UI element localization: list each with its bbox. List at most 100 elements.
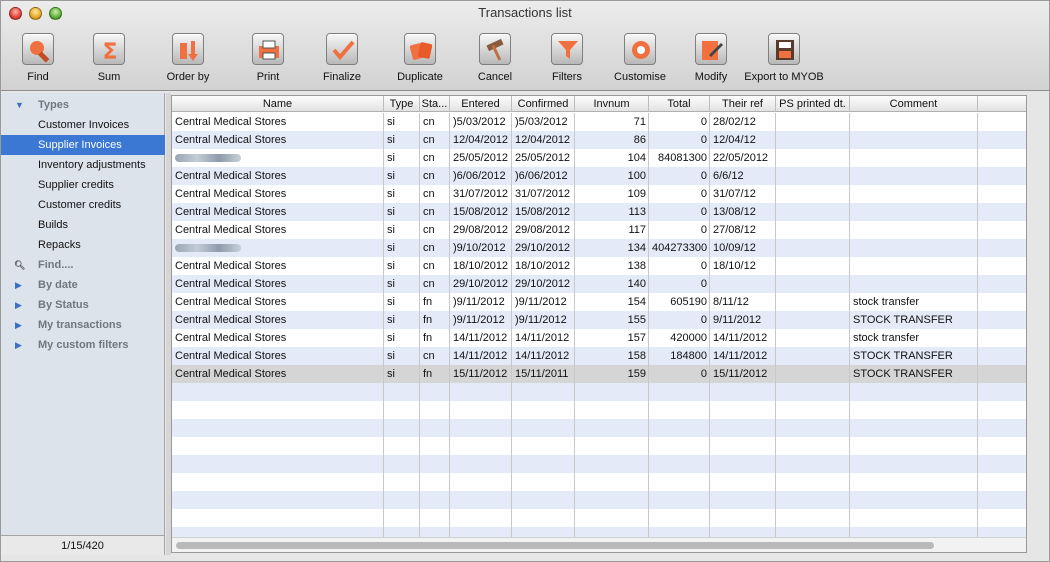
toolbar-customise-button[interactable]: Customise [608,33,672,87]
cell-their-ref: 31/07/12 [713,188,756,200]
toolbar-cancel-button[interactable]: Cancel [470,33,520,87]
horizontal-scrollbar[interactable] [172,537,1026,552]
cell-comment: STOCK TRANSFER [853,350,953,362]
cell-their-ref: 15/11/2012 [713,368,768,380]
sidebar-group-my-transactions[interactable]: ▶ My transactions [1,315,165,335]
cell-confirmed: 29/08/2012 [515,224,571,236]
disclosure-open-icon[interactable]: ▼ [15,95,24,115]
scrollbar-thumb[interactable] [176,542,934,549]
toolbar-modify-label: Modify [694,71,728,83]
row-stripe [172,437,1026,455]
sidebar-item-supplier-credits[interactable]: Supplier credits [1,175,165,195]
sidebar-group-my-custom-filters[interactable]: ▶ My custom filters [1,335,165,355]
cell-confirmed: 12/04/2012 [515,134,571,146]
toolbar-print-button[interactable]: Print [243,33,293,87]
table-row[interactable]: Central Medical Stores si cn)6/06/2012)6/0… [172,167,1026,185]
sidebar-item-label: Builds [38,219,68,231]
toolbar-export-to-myob-label: Export to MYOB [744,71,824,83]
cell-confirmed: 29/10/2012 [515,242,571,254]
cell-name: Central Medical Stores [175,332,287,344]
disclosure-closed-icon[interactable]: ▶ [15,315,22,335]
cell-type: si [387,134,395,146]
toolbar-export-to-myob-button[interactable]: Export to MYOB [742,33,826,87]
toolbar-filters-button[interactable]: Filters [542,33,592,87]
sidebar-find[interactable]: 🔍︎ Find.... [1,255,165,275]
toolbar-find-button[interactable]: Find [13,33,63,87]
sidebar-item-customer-invoices[interactable]: Customer Invoices [1,115,165,135]
table-row[interactable]: Central Medical Stores si cn 31/07/2012 31/0… [172,185,1026,203]
cell-comment [850,167,978,185]
column-header-sta[interactable]: Sta... [420,96,450,112]
cell-total: 0 [700,188,707,200]
table-row[interactable]: Central Medical Stores si cn 29/08/2012 29/0… [172,221,1026,239]
sidebar-item-label: Supplier Invoices [38,139,122,151]
column-header-total[interactable]: Total [649,96,710,112]
toolbar-customise-label: Customise [614,71,666,83]
column-header-type[interactable]: Type [384,96,420,112]
column-header-name[interactable]: Name [172,96,384,112]
sidebar-item-label: Repacks [38,239,81,251]
cell-total: 0 [700,368,707,380]
toolbar-duplicate-button[interactable]: Duplicate [390,33,450,87]
row-stripe [172,491,1026,509]
table-row[interactable]: Central Medical Stores si cn 14/11/2012 14/1… [172,347,1026,365]
cell-type: si [387,350,395,362]
cell-entered: )9/11/2012 [453,314,505,326]
toolbar-sum-button[interactable]: Σ Sum [84,33,134,87]
column-divider [419,113,420,537]
row-stripe [172,509,1026,527]
disclosure-closed-icon[interactable]: ▶ [15,295,22,315]
window-edge [1027,95,1049,553]
table-row[interactable]: Central Medical Stores si fn)9/11/2012)9/1… [172,311,1026,329]
cell-type: si [387,332,395,344]
sidebar-item-supplier-invoices[interactable]: Supplier Invoices [1,135,165,155]
column-header-invnum[interactable]: Invnum [575,96,649,112]
sidebar-group-by-date[interactable]: ▶ By date [1,275,165,295]
cell-status: cn [423,170,435,182]
cell-confirmed: )5/03/2012 [515,116,568,128]
table-row[interactable]: Central Medical Stores si cn 18/10/2012 18/1… [172,257,1026,275]
table-row[interactable]: Central Medical Stores si fn)9/11/2012)9/1… [172,293,1026,311]
table-row[interactable]: si cn 25/05/2012 25/05/2012 104 84081300 22/05… [172,149,1026,167]
toolbar-finalize-button[interactable]: Finalize [314,33,370,87]
table-row[interactable]: Central Medical Stores si cn 12/04/2012 12/0… [172,131,1026,149]
redacted-name [175,244,241,252]
sidebar-item-repacks[interactable]: Repacks [1,235,165,255]
sidebar-item-label: Supplier credits [38,179,114,191]
sidebar-item-customer-credits[interactable]: Customer credits [1,195,165,215]
sidebar-item-label: Customer Invoices [38,119,130,131]
cell-total: 0 [700,116,707,128]
cell-confirmed: 18/10/2012 [515,260,571,272]
cell-type: si [387,152,395,164]
toolbar-modify-button[interactable]: Modify [686,33,736,87]
table-row[interactable]: Central Medical Stores si cn)5/03/2012)5/0… [172,113,1026,131]
sidebar-group-by-status[interactable]: ▶ By Status [1,295,165,315]
table-body: Central Medical Stores si cn)5/03/2012)5/0… [172,113,1026,537]
cell-confirmed: 31/07/2012 [515,188,571,200]
cell-invnum: 159 [627,368,646,380]
sidebar-types-header[interactable]: ▼ Types [1,95,165,115]
sidebar-item-builds[interactable]: Builds [1,215,165,235]
table-row[interactable]: Central Medical Stores si fn 14/11/2012 14/1… [172,329,1026,347]
column-header-their-ref[interactable]: Their ref [710,96,776,112]
cell-name: Central Medical Stores [175,170,287,182]
disclosure-closed-icon[interactable]: ▶ [15,335,22,355]
column-header-ps-printed-dt[interactable]: PS printed dt. [776,96,850,112]
table-row[interactable]: Central Medical Stores si fn 15/11/2012 15/1… [172,365,1026,383]
cell-total: 0 [700,170,707,182]
sidebar-item-inventory-adjustments[interactable]: Inventory adjustments [1,155,165,175]
column-header-comment[interactable]: Comment [850,96,978,112]
table-row[interactable]: si cn)9/10/2012 29/10/2012 134 404273300 10/0… [172,239,1026,257]
cell-entered: 14/11/2012 [453,350,508,362]
disclosure-closed-icon[interactable]: ▶ [15,275,22,295]
cell-entered: 29/10/2012 [453,278,509,290]
table-row[interactable]: Central Medical Stores si cn 15/08/2012 15/0… [172,203,1026,221]
cell-total: 84081300 [658,152,707,164]
cell-type: si [387,224,395,236]
table-row[interactable]: Central Medical Stores si cn 29/10/2012 29/1… [172,275,1026,293]
toolbar-order-by-button[interactable]: Order by [158,33,218,87]
column-header-confirmed[interactable]: Confirmed [512,96,575,112]
table-header: Name Type Sta... Entered Confirmed Invnum Tota… [172,96,1026,112]
cell-invnum: 86 [633,134,646,146]
column-header-entered[interactable]: Entered [450,96,512,112]
